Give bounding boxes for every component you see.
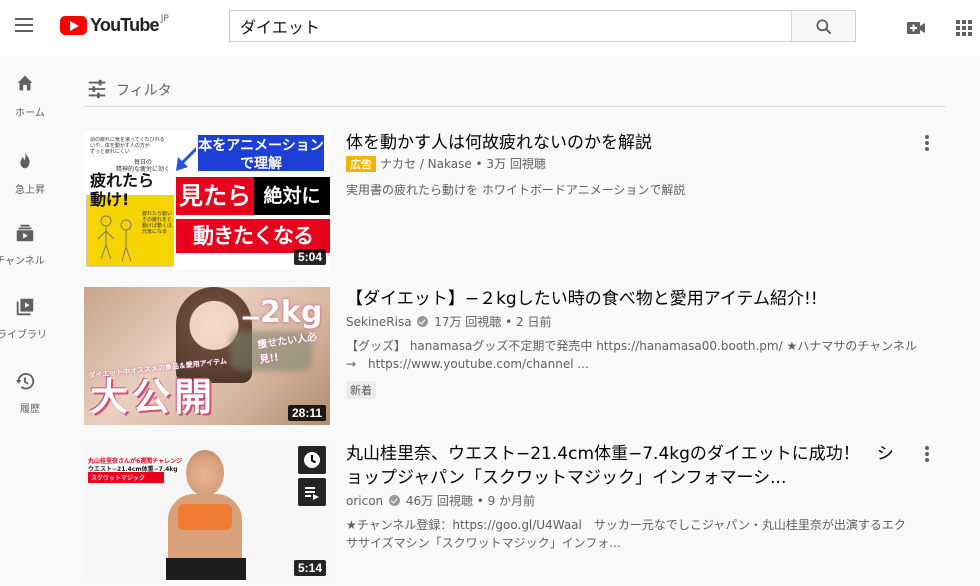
thumb-head (186, 450, 224, 496)
menu-icon[interactable] (12, 13, 36, 37)
video-title[interactable]: 丸山桂里奈、ウエスト−21.4cm体重−7.4kgのダイエットに成功！ ショップ… (346, 442, 906, 490)
search-box[interactable] (229, 10, 792, 42)
thumb-banner: 本をアニメーション で理解 (196, 133, 326, 173)
video-title[interactable]: 体を動かす人は何故疲れないのかを解説 (346, 131, 886, 155)
video-duration: 5:14 (293, 560, 326, 576)
filter-label: フィルタ (116, 83, 172, 99)
video-meta-text: 17万 回視聴 • 2 日前 (434, 315, 552, 329)
video-meta: oricon 46万 回視聴 • 9 か月前 (346, 492, 535, 509)
video-thumbnail[interactable]: 頭の疲れに気を遣ってくたびれる いや、体を動かす人の方が ずっと疲れにくい 毎日… (84, 131, 330, 269)
sidebar-item-label: 急上昇 (15, 185, 45, 196)
video-description-line: → https://www.youtube.com/channel ... (346, 357, 589, 371)
watch-later-button[interactable] (298, 446, 326, 474)
ad-badge: 広告 (346, 156, 376, 172)
sidebar-item-label: ライブラリ (0, 330, 47, 341)
apps-grid-icon[interactable] (952, 16, 976, 40)
thumb-kg: 2kg (260, 295, 323, 330)
thumb-shorts (166, 558, 246, 580)
verified-badge-icon (417, 316, 429, 327)
thumb-book-side: 疲れたら動いて その疲れをとる 動けば動くほど 元気になる (142, 211, 172, 235)
video-duration: 5:04 (293, 249, 326, 265)
queue-icon (305, 487, 319, 500)
video-thumbnail[interactable]: − 2kg 痩せたい人必見!! ダイエット中オススメの食品＆愛用アイテム 大公開… (84, 287, 330, 425)
search-button[interactable] (791, 10, 856, 42)
filter-bar[interactable]: フィルタ (84, 72, 946, 107)
add-to-queue-button[interactable] (298, 478, 326, 506)
video-thumbnail[interactable]: 丸山桂里奈さんが6週間チャレンジ ウエスト−21.4cm体重−7.4kg スクワ… (84, 442, 330, 580)
sidebar-item-subscriptions[interactable]: 登録チャンネル (0, 214, 60, 274)
play-logo-icon (60, 15, 87, 35)
new-badge: 新着 (346, 381, 376, 399)
search-input[interactable] (240, 11, 782, 41)
video-duration: 28:11 (287, 405, 326, 421)
thumb-big: 大公開 (90, 375, 217, 419)
search-icon (816, 19, 832, 35)
sidebar-item-label: 登録チャンネル (0, 256, 45, 267)
verified-badge-icon (388, 495, 400, 506)
video-title[interactable]: 【ダイエット】−２kgしたい時の食べ物と愛用アイテム紹介!! (346, 287, 886, 311)
sidebar-item-label: ホーム (15, 108, 45, 119)
clock-icon (304, 452, 320, 468)
video-meta: 広告 ナカセ / Nakase • 3万 回視聴 (346, 155, 546, 172)
thumb-minus: − (240, 303, 262, 333)
history-icon (15, 372, 35, 390)
sidebar-item-history[interactable]: 履歴 (0, 362, 60, 422)
more-options-icon[interactable] (922, 135, 932, 155)
thumb-text-3: スクワットマジック (88, 472, 164, 483)
library-icon (16, 298, 34, 316)
sidebar-item-trending[interactable]: 急上昇 (0, 141, 60, 201)
subscriptions-icon (16, 224, 34, 242)
sidebar: ホーム 急上昇 登録チャンネル ライブラリ 履歴 (0, 56, 60, 586)
logo-country: JP (160, 14, 169, 24)
logo-text: YouTube (90, 14, 160, 35)
video-description-line: ササイズマシン「スクワットマジック」インフォ... (346, 536, 621, 550)
create-video-icon[interactable] (904, 16, 928, 40)
video-meta: SekineRisa 17万 回視聴 • 2 日前 (346, 313, 551, 330)
thumb-top (178, 504, 232, 530)
sidebar-item-label: 履歴 (20, 404, 40, 415)
video-description: 実用書の疲れたら動けを ホワイトボードアニメーションで解説 (346, 183, 686, 197)
thumb-book-title: 疲れたら 動け! (90, 171, 155, 209)
video-result[interactable]: 丸山桂里奈さんが6週間チャレンジ ウエスト−21.4cm体重−7.4kg スクワ… (84, 442, 946, 582)
channel-name[interactable]: SekineRisa (346, 315, 412, 329)
thumb-figure-icon (97, 215, 132, 262)
more-options-icon[interactable] (922, 446, 932, 466)
video-description-line: 【グッズ】 hanamasaグッズ不定期で発売中 https://hanamas… (346, 339, 917, 353)
channel-name[interactable]: oricon (346, 494, 383, 508)
thumb-red-1: 見たら (176, 177, 254, 215)
video-description: ★チャンネル登録：https://goo.gl/U4Waal サッカー元なでしこ… (346, 516, 946, 552)
video-result[interactable]: − 2kg 痩せたい人必見!! ダイエット中オススメの食品＆愛用アイテム 大公開… (84, 287, 946, 427)
video-meta-text: 46万 回視聴 • 9 か月前 (405, 494, 536, 508)
video-meta-text[interactable]: ナカセ / Nakase • 3万 回視聴 (380, 157, 546, 171)
thumb-red-2: 動きたくなる (176, 219, 330, 253)
video-description: 【グッズ】 hanamasaグッズ不定期で発売中 https://hanamas… (346, 337, 946, 373)
sidebar-item-home[interactable]: ホーム (0, 56, 60, 119)
home-icon (17, 75, 33, 91)
fire-icon (20, 151, 30, 169)
thumb-black-1: 絶対に (254, 177, 330, 215)
video-description-line: ★チャンネル登録：https://goo.gl/U4Waal サッカー元なでしこ… (346, 518, 906, 532)
top-header: YouTube JP (0, 0, 980, 56)
thumb-book-small: 頭の疲れに気を遣ってくたびれる いや、体を動かす人の方が ずっと疲れにくい (90, 137, 165, 155)
sidebar-item-library[interactable]: ライブラリ (0, 288, 60, 348)
filter-sliders-icon (88, 79, 106, 99)
youtube-logo[interactable]: YouTube JP (60, 14, 169, 35)
video-result[interactable]: 頭の疲れに気を遣ってくたびれる いや、体を動かす人の方が ずっと疲れにくい 毎日… (84, 131, 946, 271)
